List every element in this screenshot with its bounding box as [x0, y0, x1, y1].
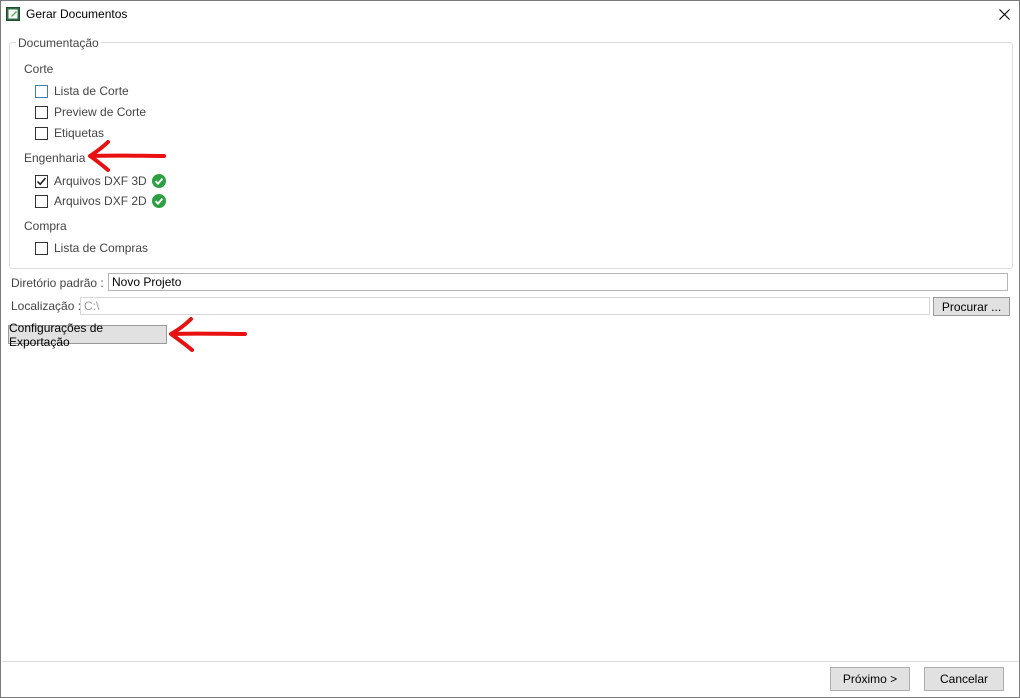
checkbox-arquivos-dxf-2d[interactable]: Arquivos DXF 2D [35, 193, 166, 209]
checkbox-box[interactable] [35, 105, 48, 119]
footer-divider [2, 661, 1019, 662]
annotation-arrow-icon [169, 317, 247, 352]
checkbox-label: Lista de Corte [54, 84, 129, 98]
checkbox-label: Arquivos DXF 3D [54, 174, 147, 188]
checkbox-lista-de-compras[interactable]: Lista de Compras [35, 240, 148, 256]
browse-button[interactable]: Procurar ... [933, 297, 1010, 316]
next-button[interactable]: Próximo > [830, 667, 910, 691]
checkbox-box-checked[interactable] [35, 174, 48, 188]
section-label-engenharia: Engenharia [24, 151, 86, 165]
window-title: Gerar Documentos [26, 7, 128, 21]
title-bar: Gerar Documentos [1, 1, 1019, 28]
gerar-documentos-dialog: Gerar Documentos Documentação Corte List… [0, 0, 1020, 698]
checkmark-icon [36, 176, 47, 185]
checkbox-box[interactable] [35, 126, 48, 140]
checkbox-label: Arquivos DXF 2D [54, 194, 147, 208]
export-settings-button[interactable]: Configurações de Exportação [8, 321, 167, 349]
checkbox-lista-de-corte[interactable]: Lista de Corte [35, 83, 129, 99]
checkbox-box[interactable] [35, 84, 48, 98]
checkbox-box[interactable] [35, 241, 48, 255]
directory-input[interactable]: Novo Projeto [108, 273, 1008, 291]
close-icon [998, 9, 1010, 20]
section-label-corte: Corte [24, 62, 54, 76]
green-check-icon [151, 174, 166, 188]
checkbox-preview-de-corte[interactable]: Preview de Corte [35, 104, 146, 120]
checkbox-box[interactable] [35, 194, 48, 208]
checkbox-arquivos-dxf-3d[interactable]: Arquivos DXF 3D [35, 173, 166, 189]
groupbox-legend: Documentação [16, 36, 101, 50]
checkbox-label: Preview de Corte [54, 105, 147, 119]
close-button[interactable] [989, 1, 1019, 28]
cancel-button[interactable]: Cancelar [924, 667, 1004, 691]
section-label-compra: Compra [24, 219, 67, 233]
directory-label: Diretório padrão : [11, 276, 104, 290]
location-label: Localização : [11, 299, 82, 313]
annotation-arrow-icon [88, 140, 166, 172]
document-edit-icon [6, 7, 20, 21]
checkbox-label: Lista de Compras [54, 241, 149, 255]
green-check-icon [151, 194, 166, 208]
location-input[interactable]: C:\ [80, 297, 930, 315]
